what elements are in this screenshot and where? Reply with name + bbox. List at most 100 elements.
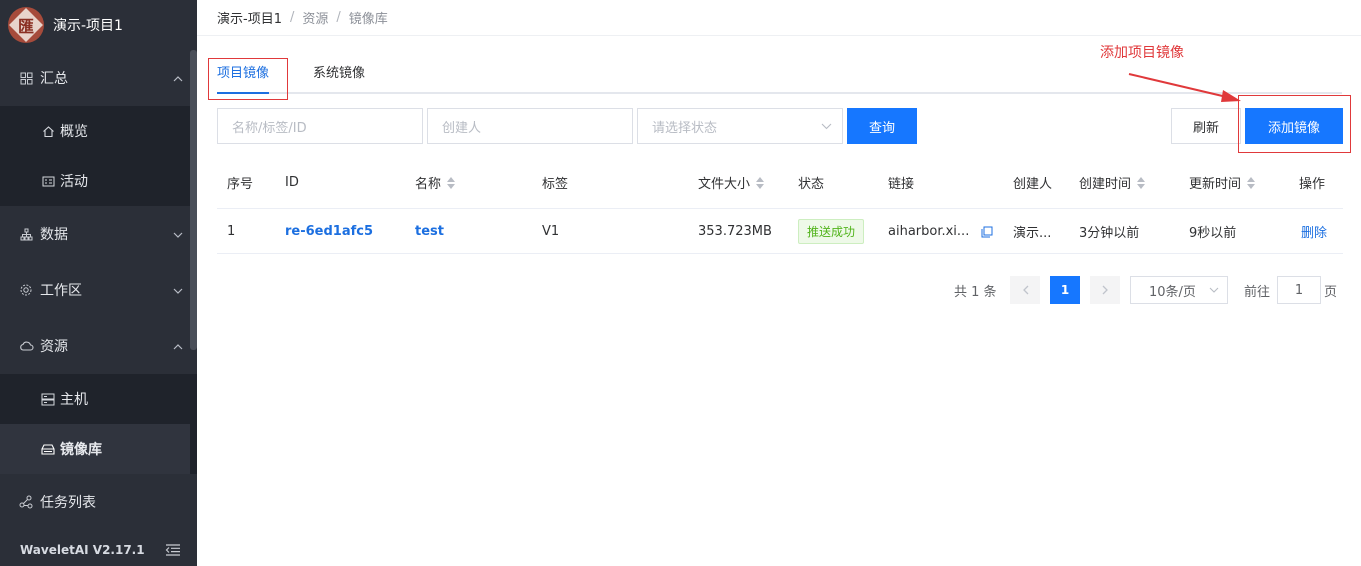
col-id: ID bbox=[285, 175, 299, 190]
chevron-up-icon bbox=[173, 71, 183, 85]
sidebar-item-image-repo[interactable]: 镜像库 bbox=[0, 424, 190, 474]
breadcrumb-item-resources[interactable]: 资源 bbox=[302, 8, 328, 27]
next-page-button[interactable] bbox=[1090, 276, 1120, 304]
cell-id-link[interactable]: re-6ed1afc5 bbox=[285, 209, 373, 254]
sort-icon[interactable] bbox=[756, 176, 765, 189]
logo-row: 演示-项目1 bbox=[0, 0, 197, 50]
refresh-button[interactable]: 刷新 bbox=[1171, 108, 1241, 144]
activity-icon bbox=[40, 173, 56, 189]
logo bbox=[8, 7, 44, 43]
menu-group-label: 数据 bbox=[40, 227, 68, 243]
creator-input[interactable]: 创建人 bbox=[427, 108, 633, 144]
cell-link: aiharbor.xi... bbox=[888, 209, 993, 254]
app-title: 演示-项目1 bbox=[53, 18, 123, 34]
col-size[interactable]: 文件大小 bbox=[698, 156, 765, 209]
menu-group-label: 任务列表 bbox=[40, 495, 96, 511]
col-link: 链接 bbox=[888, 177, 915, 192]
chevron-down-icon bbox=[1209, 285, 1219, 296]
pagination: 共 1 条 1 10条/页 前往 1 页 bbox=[197, 276, 1361, 304]
sidebar-item-label: 主机 bbox=[60, 392, 88, 408]
cell-tag: V1 bbox=[542, 224, 560, 239]
menu-group-resources[interactable]: 资源 bbox=[0, 318, 197, 374]
sidebar-item-label: 概览 bbox=[60, 124, 88, 140]
page-size-value: 10条/页 bbox=[1149, 284, 1196, 300]
gear-icon bbox=[18, 282, 34, 298]
link-text: aiharbor.xi... bbox=[888, 224, 970, 239]
chevron-up-icon bbox=[173, 339, 183, 353]
cell-created: 3分钟以前 bbox=[1079, 226, 1140, 241]
cell-creator: 演示... bbox=[1013, 226, 1052, 241]
image-table: 序号 ID 名称 标签 文件大小 状态 链接 创建人 创建时间 更新时间 操作 bbox=[217, 156, 1343, 254]
sidebar-item-activity[interactable]: 活动 bbox=[0, 156, 197, 206]
chevron-down-icon bbox=[173, 283, 183, 297]
chevron-down-icon bbox=[173, 227, 183, 241]
col-updated[interactable]: 更新时间 bbox=[1189, 156, 1256, 209]
data-tree-icon bbox=[18, 226, 34, 242]
menu-group-tasks[interactable]: 任务列表 bbox=[0, 474, 197, 530]
col-created-label: 创建时间 bbox=[1079, 177, 1132, 192]
col-creator: 创建人 bbox=[1013, 177, 1053, 192]
goto-page-input[interactable]: 1 bbox=[1277, 276, 1321, 304]
table-header: 序号 ID 名称 标签 文件大小 状态 链接 创建人 创建时间 更新时间 操作 bbox=[217, 156, 1343, 209]
server-icon bbox=[40, 391, 56, 407]
breadcrumb-item-image-repo: 镜像库 bbox=[348, 12, 388, 27]
breadcrumb-item-project[interactable]: 演示-项目1 bbox=[217, 8, 282, 27]
home-icon bbox=[40, 123, 56, 139]
col-created[interactable]: 创建时间 bbox=[1079, 156, 1146, 209]
page-button-current[interactable]: 1 bbox=[1050, 276, 1080, 304]
query-button[interactable]: 查询 bbox=[847, 108, 917, 144]
annotation-arrow bbox=[1128, 73, 1241, 102]
col-status: 状态 bbox=[798, 177, 825, 192]
sidebar-item-overview[interactable]: 概览 bbox=[0, 106, 197, 156]
status-select-placeholder: 请选择状态 bbox=[652, 120, 718, 136]
delete-link[interactable]: 删除 bbox=[1301, 209, 1327, 254]
sort-icon[interactable] bbox=[1247, 176, 1256, 189]
breadcrumb-separator: / bbox=[289, 10, 295, 25]
copy-icon[interactable] bbox=[981, 226, 993, 238]
col-name[interactable]: 名称 bbox=[415, 156, 456, 209]
main-content: 演示-项目1 / 资源 / 镜像库 项目镜像 系统镜像 名称/标签/ID 创建人… bbox=[197, 0, 1361, 566]
sort-icon[interactable] bbox=[1137, 176, 1146, 189]
cell-status: 推送成功 bbox=[798, 209, 865, 254]
status-select[interactable]: 请选择状态 bbox=[637, 108, 843, 144]
col-updated-label: 更新时间 bbox=[1189, 177, 1242, 192]
grid-icon bbox=[18, 70, 34, 86]
annotation-highlight-add bbox=[1238, 95, 1351, 153]
menu-group-data[interactable]: 数据 bbox=[0, 206, 197, 262]
cell-size: 353.723MB bbox=[698, 224, 772, 239]
table-row: 1 re-6ed1afc5 test V1 353.723MB 推送成功 aih… bbox=[217, 209, 1343, 254]
cell-index: 1 bbox=[227, 224, 236, 239]
resources-submenu: 主机 镜像库 bbox=[0, 374, 197, 474]
col-index: 序号 bbox=[227, 177, 254, 192]
breadcrumb: 演示-项目1 / 资源 / 镜像库 bbox=[197, 0, 1361, 36]
tab-system-images[interactable]: 系统镜像 bbox=[313, 58, 365, 92]
chevron-left-icon bbox=[1022, 285, 1028, 295]
chevron-down-icon bbox=[821, 120, 832, 133]
cell-updated: 9秒以前 bbox=[1189, 226, 1237, 241]
cell-name-link[interactable]: test bbox=[415, 209, 444, 254]
sidebar-item-host[interactable]: 主机 bbox=[0, 374, 197, 424]
menu-group-label: 资源 bbox=[40, 339, 68, 355]
page-size-select[interactable]: 10条/页 bbox=[1130, 276, 1228, 304]
sidebar: 演示-项目1 汇总 概览 活动 数据 bbox=[0, 0, 197, 566]
prev-page-button[interactable] bbox=[1010, 276, 1040, 304]
sort-icon[interactable] bbox=[447, 176, 456, 189]
menu-group-label: 汇总 bbox=[40, 71, 68, 87]
cloud-icon bbox=[18, 338, 34, 354]
status-badge: 推送成功 bbox=[798, 219, 865, 244]
collapse-menu-icon[interactable] bbox=[165, 544, 181, 556]
summary-submenu: 概览 活动 bbox=[0, 106, 197, 206]
goto-prefix: 前往 bbox=[1244, 284, 1271, 300]
col-name-label: 名称 bbox=[415, 177, 442, 192]
name-tag-id-input[interactable]: 名称/标签/ID bbox=[217, 108, 423, 144]
col-tag: 标签 bbox=[542, 177, 569, 192]
pagination-total: 共 1 条 bbox=[954, 284, 997, 300]
menu-group-summary[interactable]: 汇总 bbox=[0, 50, 197, 106]
sidebar-item-label: 活动 bbox=[60, 174, 88, 190]
menu-group-workspace[interactable]: 工作区 bbox=[0, 262, 197, 318]
col-action: 操作 bbox=[1299, 177, 1326, 192]
nodes-icon bbox=[18, 494, 34, 510]
image-repo-icon bbox=[40, 441, 56, 457]
sidebar-footer: WaveletAI V2.17.1 bbox=[0, 534, 197, 566]
chevron-right-icon bbox=[1102, 285, 1108, 295]
